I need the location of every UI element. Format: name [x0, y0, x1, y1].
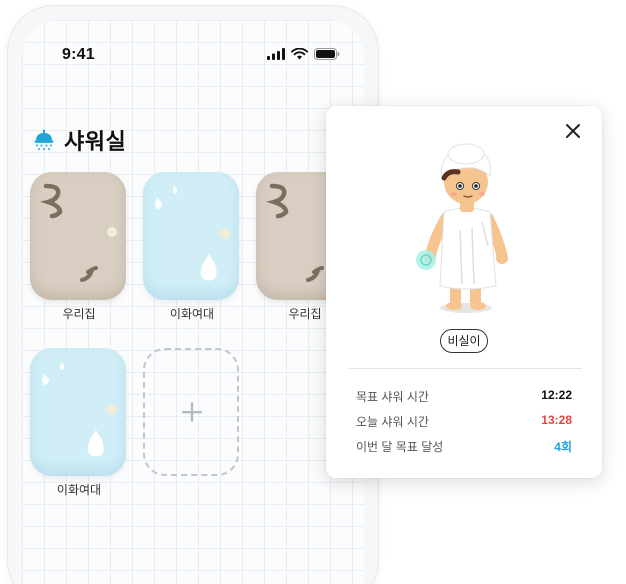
- water-tile: [143, 172, 239, 300]
- status-icons: [267, 48, 340, 60]
- stat-value: 13:28: [541, 413, 572, 427]
- stat-value: 12:22: [541, 388, 572, 402]
- shower-icon: [34, 129, 54, 150]
- add-tile[interactable]: [143, 348, 239, 476]
- character-illustration: [416, 143, 508, 313]
- status-time: 9:41: [62, 46, 95, 63]
- room-detail-card: 비실이 목표 샤워 시간 12:22 오늘 샤워 시간 13:28 이번 달 목…: [326, 106, 602, 478]
- close-icon[interactable]: [564, 122, 582, 140]
- room-card-ewha[interactable]: 이화여대: [143, 172, 241, 322]
- page-header: 샤워실: [32, 124, 126, 156]
- divider: [348, 368, 582, 369]
- room-label: 이화여대: [56, 483, 102, 497]
- page-title: 샤워실: [64, 129, 127, 154]
- water-drops-icon: [155, 186, 230, 281]
- room-card-ewha-2[interactable]: 이화여대: [30, 348, 128, 498]
- signal-icon: [267, 48, 285, 60]
- towel-texture-icon: [39, 183, 117, 282]
- stat-value: 4회: [554, 440, 572, 454]
- add-room-button[interactable]: [143, 348, 241, 476]
- stat-row-monthly: 이번 달 목표 달성 4회: [356, 438, 572, 454]
- battery-icon: [314, 48, 340, 60]
- plus-icon: [182, 402, 202, 422]
- stat-label: 이번 달 목표 달성: [356, 440, 444, 454]
- water-tile: [30, 348, 126, 476]
- stat-row-goal: 목표 샤워 시간 12:22: [356, 388, 572, 404]
- water-drops-icon: [42, 362, 117, 457]
- room-card-home[interactable]: 우리집: [30, 172, 128, 322]
- status-bar: 9:41: [22, 46, 364, 66]
- stat-label: 오늘 샤워 시간: [356, 415, 429, 429]
- status-badge: 비실이: [440, 329, 488, 353]
- wifi-icon: [291, 48, 308, 60]
- towel-tile: [30, 172, 126, 300]
- stat-label: 목표 샤워 시간: [356, 390, 429, 404]
- room-label: 이화여대: [169, 307, 215, 321]
- stat-row-today: 오늘 샤워 시간 13:28: [356, 413, 572, 429]
- phone-frame: 9:41 샤워실 우리집 이화여대 우리집 이화여대: [8, 6, 378, 584]
- room-label: 우리집: [62, 307, 96, 321]
- app-screen: 9:41 샤워실 우리집 이화여대 우리집 이화여대: [22, 20, 364, 584]
